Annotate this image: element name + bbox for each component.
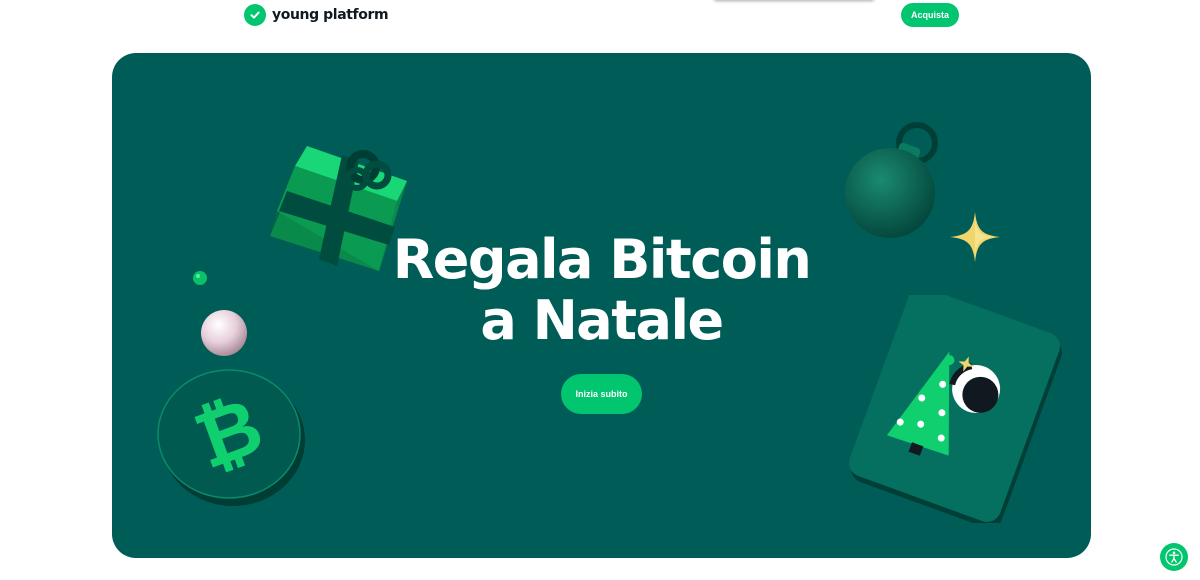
ornament-ball-icon xyxy=(845,122,938,238)
brand-logo[interactable]: young platform xyxy=(244,4,389,26)
brand-name: young platform xyxy=(272,7,389,23)
buy-button[interactable]: Acquista xyxy=(901,3,959,27)
check-circle-icon xyxy=(244,4,266,26)
page: young platform Acquista ₿ Regala Bitcoin… xyxy=(0,0,1200,580)
hero-title: Regala Bitcoin a Natale xyxy=(112,229,1091,351)
site-header: young platform Acquista xyxy=(0,0,1200,40)
hero-title-line2: a Natale xyxy=(480,289,724,352)
start-now-button[interactable]: Inizia subito xyxy=(561,374,642,414)
accessibility-icon xyxy=(1165,548,1183,566)
hero-title-line1: Regala Bitcoin xyxy=(392,228,812,291)
accessibility-button[interactable] xyxy=(1160,543,1188,571)
bitcoin-coin-icon: ₿ xyxy=(157,369,305,506)
hero-banner: ₿ Regala Bitcoin a Natale Inizia subito xyxy=(112,53,1091,558)
